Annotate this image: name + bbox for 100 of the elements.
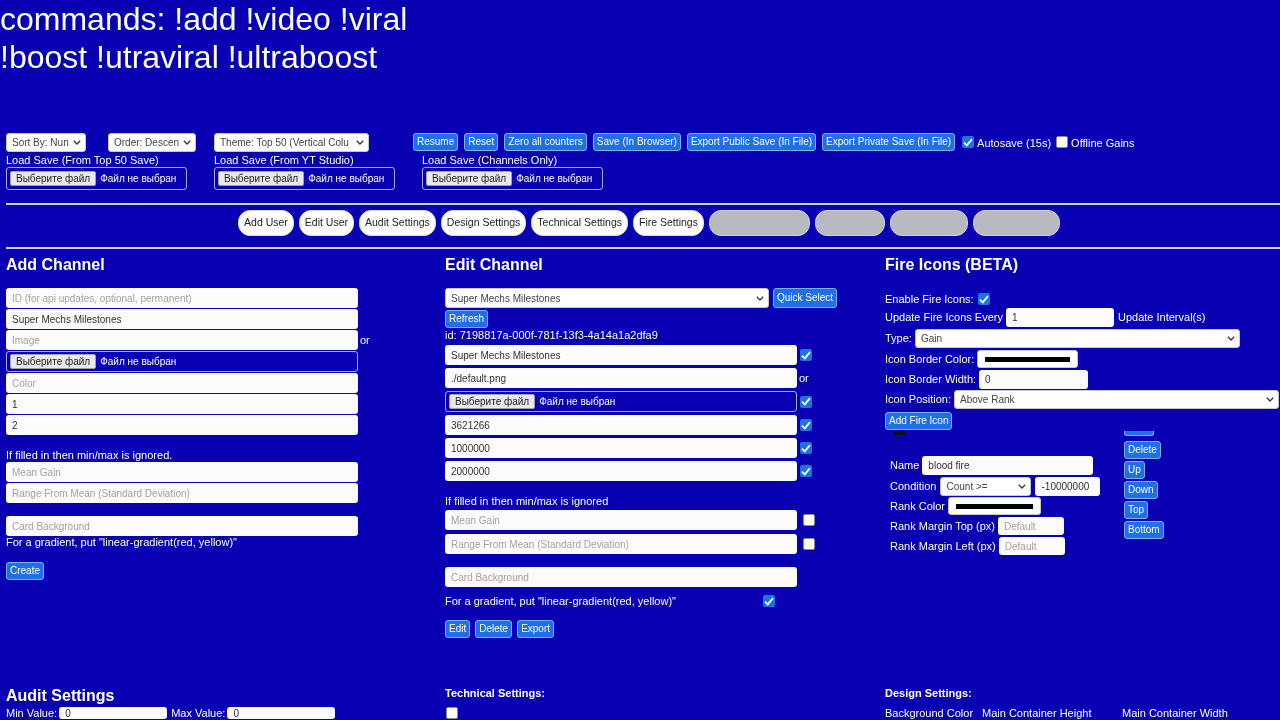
tab[interactable]: Technical Settings (531, 210, 628, 236)
field-label: Icon Border Color: (885, 351, 975, 367)
dropdown[interactable]: Above Rank (954, 390, 1280, 409)
blurred-tab[interactable] (889, 210, 968, 236)
checkbox[interactable] (1056, 136, 1069, 148)
text-input[interactable]: 1 (6, 394, 358, 414)
color-picker[interactable] (948, 497, 1042, 515)
choose-file-button[interactable]: Выберите файл (426, 171, 513, 186)
text-input[interactable]: Super Mechs Milestones (6, 309, 358, 329)
create-button[interactable]: Create (6, 562, 44, 580)
blurred-tab[interactable] (972, 210, 1060, 236)
dropdown[interactable]: Sort By: Nun (6, 132, 86, 152)
file-input[interactable]: Выберите файл Файл не выбран (6, 167, 187, 190)
text-input[interactable]: ./default.png (445, 368, 797, 388)
text-input[interactable]: 1000000 (445, 438, 797, 458)
dropdown[interactable]: Theme: Top 50 (Vertical Colu (214, 132, 369, 152)
dropdown[interactable]: Count >= (940, 477, 1032, 496)
tab[interactable]: Audit Settings (359, 210, 436, 236)
file-input[interactable]: Выберите файл Файл не выбран (422, 167, 603, 190)
field-label: Rank Margin Top (px) (890, 518, 995, 534)
checkmark-icon (801, 420, 811, 430)
delete-button[interactable]: Delete (475, 620, 513, 638)
tab[interactable]: Design Settings (440, 210, 527, 236)
file-input[interactable]: Выберите файл Файл не выбран (214, 167, 395, 190)
section-heading: Audit Settings (6, 686, 115, 706)
dropdown[interactable]: Gain (914, 329, 1240, 348)
chevron-down-icon (356, 139, 364, 145)
tab[interactable]: Add User (238, 210, 294, 236)
text-input[interactable]: ID (for api updates, optional, permanent) (6, 288, 358, 308)
text-input[interactable]: 1 (1006, 307, 1114, 327)
text-input[interactable]: Mean Gain (445, 510, 797, 530)
delete-button[interactable]: Delete (1124, 441, 1161, 459)
image-placeholder (893, 431, 905, 435)
commands-text: commands: !add !video !viral (0, 0, 409, 38)
export-private-button[interactable]: Export Private Save (In File) (822, 133, 956, 151)
resume-button[interactable]: Resume (413, 133, 459, 151)
export-public-button[interactable]: Export Public Save (In File) (686, 133, 817, 151)
dropdown[interactable]: Super Mechs Milestones (445, 288, 769, 308)
text-input[interactable]: -10000000 (1035, 477, 1101, 496)
reset-button[interactable]: Reset (464, 133, 499, 151)
field-label: Enable Fire Icons: (885, 291, 974, 307)
text-input[interactable]: Default (997, 517, 1064, 535)
checkbox[interactable] (446, 707, 458, 719)
field-label: Icon Position: (885, 392, 952, 408)
quick-select-button[interactable]: Quick Select (773, 288, 838, 308)
blurred-tab[interactable] (708, 210, 810, 236)
dropdown[interactable]: Order: Descen (108, 132, 196, 152)
choose-file-button[interactable]: Выберите файл (218, 171, 305, 186)
field-label: Main Container Width (1122, 708, 1228, 719)
checkbox[interactable] (800, 395, 812, 408)
move-top-button[interactable]: Top (1124, 501, 1149, 519)
checkbox-label: Offline Gains (1071, 136, 1135, 152)
checkmark-icon (801, 443, 811, 453)
text-input[interactable]: Image (6, 330, 358, 350)
add-fire-icon-button[interactable]: Add Fire Icon (885, 412, 953, 430)
color-picker[interactable] (977, 350, 1079, 368)
text-input[interactable]: Card Background (445, 567, 797, 587)
file-input[interactable]: Выберите файл Файл не выбран (6, 351, 358, 372)
choose-file-button[interactable]: Выберите файл (449, 394, 536, 409)
move-up-button[interactable]: Up (1124, 461, 1145, 479)
checkbox[interactable] (803, 514, 815, 526)
chevron-down-icon (1226, 336, 1235, 341)
choose-file-button[interactable]: Выберите файл (10, 171, 97, 186)
text-input[interactable]: Range From Mean (Standard Deviation) (445, 534, 797, 554)
move-bottom-button[interactable]: Bottom (1124, 521, 1164, 539)
text-input[interactable]: 0 (979, 370, 1089, 389)
zero-counters-button[interactable]: Zero all counters (504, 133, 587, 151)
text-input[interactable]: blood fire (922, 456, 1094, 475)
edit-button[interactable]: Edit (445, 620, 471, 638)
clipped-button[interactable] (1124, 431, 1154, 436)
section-heading: Technical Settings: (445, 686, 546, 700)
text-input[interactable]: 0 (227, 707, 336, 719)
text-input[interactable]: 3621266 (445, 415, 797, 435)
id-text: id: 7198817a-000f-781f-13f3-4a14a1a2dfa9 (445, 328, 658, 342)
blurred-tab[interactable] (814, 210, 885, 236)
text-input[interactable]: 0 (59, 707, 168, 719)
tab[interactable]: Fire Settings (633, 210, 704, 236)
note-text: If filled in then min/max is ignored (445, 494, 609, 508)
file-status-text: Файл не выбран (516, 172, 593, 186)
choose-file-button[interactable]: Выберите файл (10, 354, 97, 369)
text-input[interactable]: Card Background (6, 516, 358, 536)
tab[interactable]: Edit User (298, 210, 354, 236)
text-input[interactable]: Super Mechs Milestones (445, 345, 797, 365)
chevron-down-icon (1266, 397, 1275, 402)
file-status-text: Файл не выбран (308, 172, 385, 186)
text-input[interactable]: 2000000 (445, 461, 797, 481)
checkmark-icon (801, 397, 811, 406)
save-button[interactable]: Save (In Browser) (592, 133, 681, 151)
text-input[interactable]: Default (998, 537, 1065, 555)
file-input[interactable]: Выберите файл Файл не выбран (445, 391, 797, 412)
field-label: Load Save (From YT Studio) (214, 154, 355, 167)
checkbox[interactable] (962, 136, 975, 148)
move-down-button[interactable]: Down (1124, 481, 1158, 499)
text-input[interactable]: 2 (6, 415, 358, 435)
text-input[interactable]: Color (6, 373, 358, 393)
export-button[interactable]: Export (517, 620, 555, 638)
text-input[interactable]: Range From Mean (Standard Deviation) (6, 483, 358, 503)
checkbox[interactable] (803, 538, 815, 550)
text-input[interactable]: Mean Gain (6, 462, 358, 482)
refresh-button[interactable]: Refresh (445, 310, 488, 328)
